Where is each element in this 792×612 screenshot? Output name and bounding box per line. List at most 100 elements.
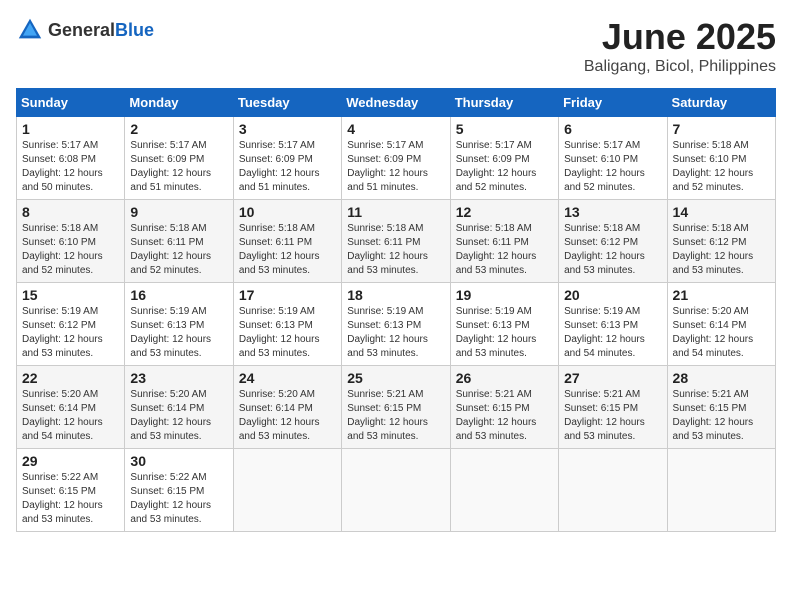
day-number: 29 <box>22 453 119 469</box>
day-number: 13 <box>564 204 661 220</box>
calendar-cell: 17 Sunrise: 5:19 AM Sunset: 6:13 PM Dayli… <box>233 283 341 366</box>
logo-text: GeneralBlue <box>48 20 154 41</box>
calendar-week-row: 15 Sunrise: 5:19 AM Sunset: 6:12 PM Dayli… <box>17 283 776 366</box>
calendar-cell: 7Sunrise: 5:18 AM Sunset: 6:10 PM Daylig… <box>667 117 775 200</box>
day-info: Sunrise: 5:20 AM Sunset: 6:14 PM Dayligh… <box>130 388 227 444</box>
day-number: 27 <box>564 370 661 386</box>
calendar-cell: 13 Sunrise: 5:18 AM Sunset: 6:12 PM Dayli… <box>559 200 667 283</box>
calendar-cell: 19Sunrise: 5:19 AM Sunset: 6:13 PM Dayli… <box>450 283 558 366</box>
day-number: 21 <box>673 287 770 303</box>
day-info: Sunrise: 5:17 AM Sunset: 6:08 PM Dayligh… <box>22 139 119 195</box>
calendar-cell: 16 Sunrise: 5:19 AM Sunset: 6:13 PM Dayli… <box>125 283 233 366</box>
calendar-cell <box>667 449 775 532</box>
calendar-header: SundayMondayTuesdayWednesdayThursdayFrid… <box>17 89 776 117</box>
calendar-cell: 28 Sunrise: 5:21 AM Sunset: 6:15 PM Dayli… <box>667 366 775 449</box>
day-number: 5 <box>456 121 553 137</box>
day-info: Sunrise: 5:17 AM Sunset: 6:09 PM Dayligh… <box>456 139 553 195</box>
calendar-body: 1 Sunrise: 5:17 AM Sunset: 6:08 PM Daylig… <box>17 117 776 532</box>
day-info: Sunrise: 5:20 AM Sunset: 6:14 PM Dayligh… <box>673 305 770 361</box>
calendar-cell: 26Sunrise: 5:21 AM Sunset: 6:15 PM Dayli… <box>450 366 558 449</box>
day-number: 1 <box>22 121 119 137</box>
day-info: Sunrise: 5:19 AM Sunset: 6:13 PM Dayligh… <box>564 305 661 361</box>
day-number: 10 <box>239 204 336 220</box>
calendar-cell: 23Sunrise: 5:20 AM Sunset: 6:14 PM Dayli… <box>125 366 233 449</box>
day-info: Sunrise: 5:19 AM Sunset: 6:13 PM Dayligh… <box>347 305 444 361</box>
day-number: 17 <box>239 287 336 303</box>
calendar-title-area: June 2025 Baligang, Bicol, Philippines <box>584 16 776 76</box>
calendar-cell: 20 Sunrise: 5:19 AM Sunset: 6:13 PM Dayli… <box>559 283 667 366</box>
calendar-cell: 2Sunrise: 5:17 AM Sunset: 6:09 PM Daylig… <box>125 117 233 200</box>
weekday-header-thursday: Thursday <box>450 89 558 117</box>
day-info: Sunrise: 5:17 AM Sunset: 6:09 PM Dayligh… <box>239 139 336 195</box>
day-number: 25 <box>347 370 444 386</box>
day-info: Sunrise: 5:18 AM Sunset: 6:11 PM Dayligh… <box>456 222 553 278</box>
day-number: 22 <box>22 370 119 386</box>
day-number: 9 <box>130 204 227 220</box>
day-number: 19 <box>456 287 553 303</box>
day-number: 30 <box>130 453 227 469</box>
calendar-cell: 12Sunrise: 5:18 AM Sunset: 6:11 PM Dayli… <box>450 200 558 283</box>
day-number: 16 <box>130 287 227 303</box>
calendar-cell: 11 Sunrise: 5:18 AM Sunset: 6:11 PM Dayli… <box>342 200 450 283</box>
calendar-table: SundayMondayTuesdayWednesdayThursdayFrid… <box>16 88 776 532</box>
month-title: June 2025 <box>584 16 776 58</box>
calendar-cell: 8Sunrise: 5:18 AM Sunset: 6:10 PM Daylig… <box>17 200 125 283</box>
calendar-cell: 18Sunrise: 5:19 AM Sunset: 6:13 PM Dayli… <box>342 283 450 366</box>
calendar-cell <box>450 449 558 532</box>
day-info: Sunrise: 5:20 AM Sunset: 6:14 PM Dayligh… <box>22 388 119 444</box>
calendar-cell: 10Sunrise: 5:18 AM Sunset: 6:11 PM Dayli… <box>233 200 341 283</box>
logo: GeneralBlue <box>16 16 154 44</box>
calendar-cell: 9 Sunrise: 5:18 AM Sunset: 6:11 PM Daylig… <box>125 200 233 283</box>
day-number: 8 <box>22 204 119 220</box>
logo-container: GeneralBlue <box>16 16 154 44</box>
weekday-header-sunday: Sunday <box>17 89 125 117</box>
day-number: 7 <box>673 121 770 137</box>
day-number: 6 <box>564 121 661 137</box>
general-blue-icon <box>16 16 44 44</box>
location-title: Baligang, Bicol, Philippines <box>584 58 776 76</box>
day-info: Sunrise: 5:18 AM Sunset: 6:12 PM Dayligh… <box>673 222 770 278</box>
day-number: 14 <box>673 204 770 220</box>
day-info: Sunrise: 5:21 AM Sunset: 6:15 PM Dayligh… <box>564 388 661 444</box>
weekday-header-saturday: Saturday <box>667 89 775 117</box>
calendar-cell: 6Sunrise: 5:17 AM Sunset: 6:10 PM Daylig… <box>559 117 667 200</box>
calendar-cell: 5 Sunrise: 5:17 AM Sunset: 6:09 PM Daylig… <box>450 117 558 200</box>
day-info: Sunrise: 5:18 AM Sunset: 6:11 PM Dayligh… <box>130 222 227 278</box>
day-info: Sunrise: 5:21 AM Sunset: 6:15 PM Dayligh… <box>673 388 770 444</box>
calendar-cell: 21 Sunrise: 5:20 AM Sunset: 6:14 PM Dayli… <box>667 283 775 366</box>
calendar-cell: 3 Sunrise: 5:17 AM Sunset: 6:09 PM Daylig… <box>233 117 341 200</box>
day-number: 15 <box>22 287 119 303</box>
weekday-header-tuesday: Tuesday <box>233 89 341 117</box>
day-info: Sunrise: 5:19 AM Sunset: 6:13 PM Dayligh… <box>130 305 227 361</box>
page-header: GeneralBlue June 2025 Baligang, Bicol, P… <box>16 16 776 76</box>
calendar-cell: 27 Sunrise: 5:21 AM Sunset: 6:15 PM Dayli… <box>559 366 667 449</box>
weekday-header-row: SundayMondayTuesdayWednesdayThursdayFrid… <box>17 89 776 117</box>
calendar-cell: 4 Sunrise: 5:17 AM Sunset: 6:09 PM Daylig… <box>342 117 450 200</box>
calendar-cell: 1 Sunrise: 5:17 AM Sunset: 6:08 PM Daylig… <box>17 117 125 200</box>
calendar-cell <box>559 449 667 532</box>
day-info: Sunrise: 5:22 AM Sunset: 6:15 PM Dayligh… <box>130 471 227 527</box>
day-info: Sunrise: 5:17 AM Sunset: 6:09 PM Dayligh… <box>347 139 444 195</box>
day-info: Sunrise: 5:21 AM Sunset: 6:15 PM Dayligh… <box>456 388 553 444</box>
calendar-week-row: 22 Sunrise: 5:20 AM Sunset: 6:14 PM Dayli… <box>17 366 776 449</box>
calendar-cell <box>233 449 341 532</box>
day-number: 4 <box>347 121 444 137</box>
day-info: Sunrise: 5:19 AM Sunset: 6:12 PM Dayligh… <box>22 305 119 361</box>
calendar-cell: 30 Sunrise: 5:22 AM Sunset: 6:15 PM Dayli… <box>125 449 233 532</box>
day-number: 3 <box>239 121 336 137</box>
calendar-week-row: 29 Sunrise: 5:22 AM Sunset: 6:15 PM Dayli… <box>17 449 776 532</box>
day-info: Sunrise: 5:22 AM Sunset: 6:15 PM Dayligh… <box>22 471 119 527</box>
day-number: 2 <box>130 121 227 137</box>
calendar-week-row: 8Sunrise: 5:18 AM Sunset: 6:10 PM Daylig… <box>17 200 776 283</box>
weekday-header-monday: Monday <box>125 89 233 117</box>
day-info: Sunrise: 5:21 AM Sunset: 6:15 PM Dayligh… <box>347 388 444 444</box>
calendar-cell: 25 Sunrise: 5:21 AM Sunset: 6:15 PM Dayli… <box>342 366 450 449</box>
day-info: Sunrise: 5:18 AM Sunset: 6:11 PM Dayligh… <box>347 222 444 278</box>
day-number: 20 <box>564 287 661 303</box>
weekday-header-friday: Friday <box>559 89 667 117</box>
day-info: Sunrise: 5:18 AM Sunset: 6:12 PM Dayligh… <box>564 222 661 278</box>
day-info: Sunrise: 5:19 AM Sunset: 6:13 PM Dayligh… <box>239 305 336 361</box>
day-number: 11 <box>347 204 444 220</box>
day-number: 24 <box>239 370 336 386</box>
day-number: 28 <box>673 370 770 386</box>
